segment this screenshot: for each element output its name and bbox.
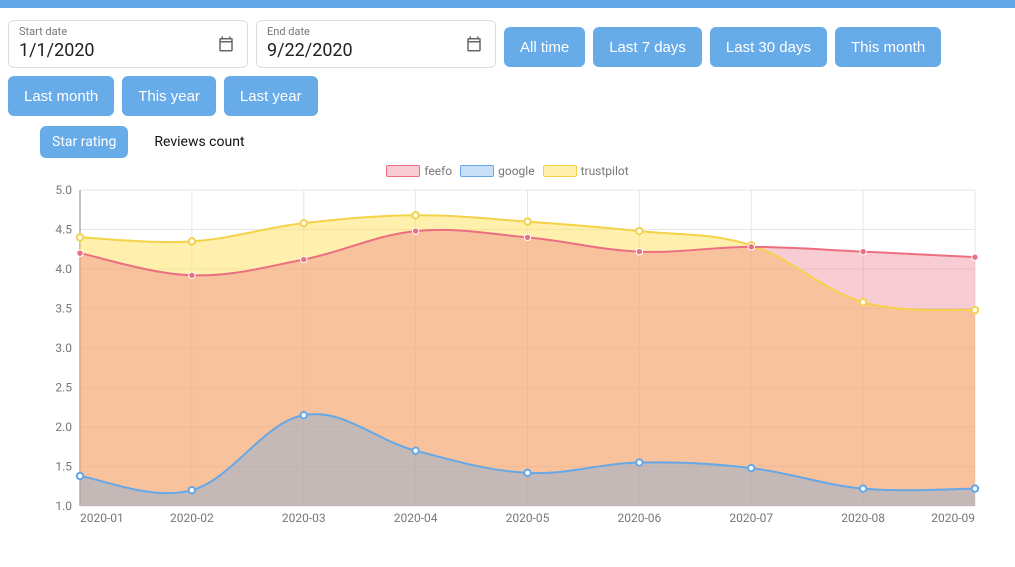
svg-text:4.5: 4.5 — [55, 223, 72, 237]
swatch-google — [460, 165, 494, 177]
legend-label-trustpilot: trustpilot — [581, 164, 629, 178]
start-date-label: Start date — [19, 25, 237, 38]
legend-item-trustpilot[interactable]: trustpilot — [543, 164, 629, 178]
this-month-button[interactable]: This month — [835, 27, 941, 67]
tab-reviews-count[interactable]: Reviews count — [142, 126, 256, 158]
last-30-days-button[interactable]: Last 30 days — [710, 27, 827, 67]
svg-text:2020-02: 2020-02 — [170, 511, 214, 525]
calendar-icon — [465, 35, 483, 53]
svg-text:5.0: 5.0 — [55, 183, 72, 197]
start-date-input[interactable]: Start date 1/1/2020 — [8, 20, 248, 68]
calendar-icon — [217, 35, 235, 53]
svg-text:1.5: 1.5 — [55, 460, 72, 474]
svg-text:3.5: 3.5 — [55, 302, 72, 316]
top-accent-bar — [0, 0, 1015, 8]
this-year-button[interactable]: This year — [122, 76, 216, 116]
legend-item-google[interactable]: google — [460, 164, 534, 178]
svg-text:2020-07: 2020-07 — [729, 511, 773, 525]
line-chart: 1.0 1.5 2.0 2.5 3.0 3.5 4.0 4.5 5.0 2020-01 2020-0… — [30, 180, 985, 530]
svg-text:2020-09: 2020-09 — [931, 511, 975, 525]
legend-label-feefo: feefo — [424, 164, 452, 178]
swatch-trustpilot — [543, 165, 577, 177]
svg-text:2.0: 2.0 — [55, 420, 72, 434]
legend-item-feefo[interactable]: feefo — [386, 164, 452, 178]
tab-star-rating[interactable]: Star rating — [40, 126, 128, 158]
svg-text:2020-04: 2020-04 — [394, 511, 438, 525]
legend-label-google: google — [498, 164, 534, 178]
chart-legend: feefo google trustpilot — [30, 158, 985, 180]
last-7-days-button[interactable]: Last 7 days — [593, 27, 702, 67]
last-month-button[interactable]: Last month — [8, 76, 114, 116]
all-time-button[interactable]: All time — [504, 27, 585, 67]
svg-text:3.0: 3.0 — [55, 341, 72, 355]
end-date-input[interactable]: End date 9/22/2020 — [256, 20, 496, 68]
end-date-label: End date — [267, 25, 485, 38]
start-date-value: 1/1/2020 — [19, 40, 237, 61]
swatch-feefo — [386, 165, 420, 177]
svg-text:2020-01: 2020-01 — [80, 511, 124, 525]
svg-text:2020-05: 2020-05 — [506, 511, 550, 525]
end-date-value: 9/22/2020 — [267, 40, 485, 61]
svg-text:4.0: 4.0 — [55, 262, 72, 276]
last-year-button[interactable]: Last year — [224, 76, 318, 116]
svg-text:2020-06: 2020-06 — [617, 511, 661, 525]
chart-area: feefo google trustpilot 1.0 1.5 2.0 2.5 3.0 3… — [0, 158, 1015, 530]
svg-text:1.0: 1.0 — [55, 499, 72, 513]
svg-text:2020-08: 2020-08 — [841, 511, 885, 525]
svg-text:2020-03: 2020-03 — [282, 511, 326, 525]
svg-text:2.5: 2.5 — [55, 381, 72, 395]
